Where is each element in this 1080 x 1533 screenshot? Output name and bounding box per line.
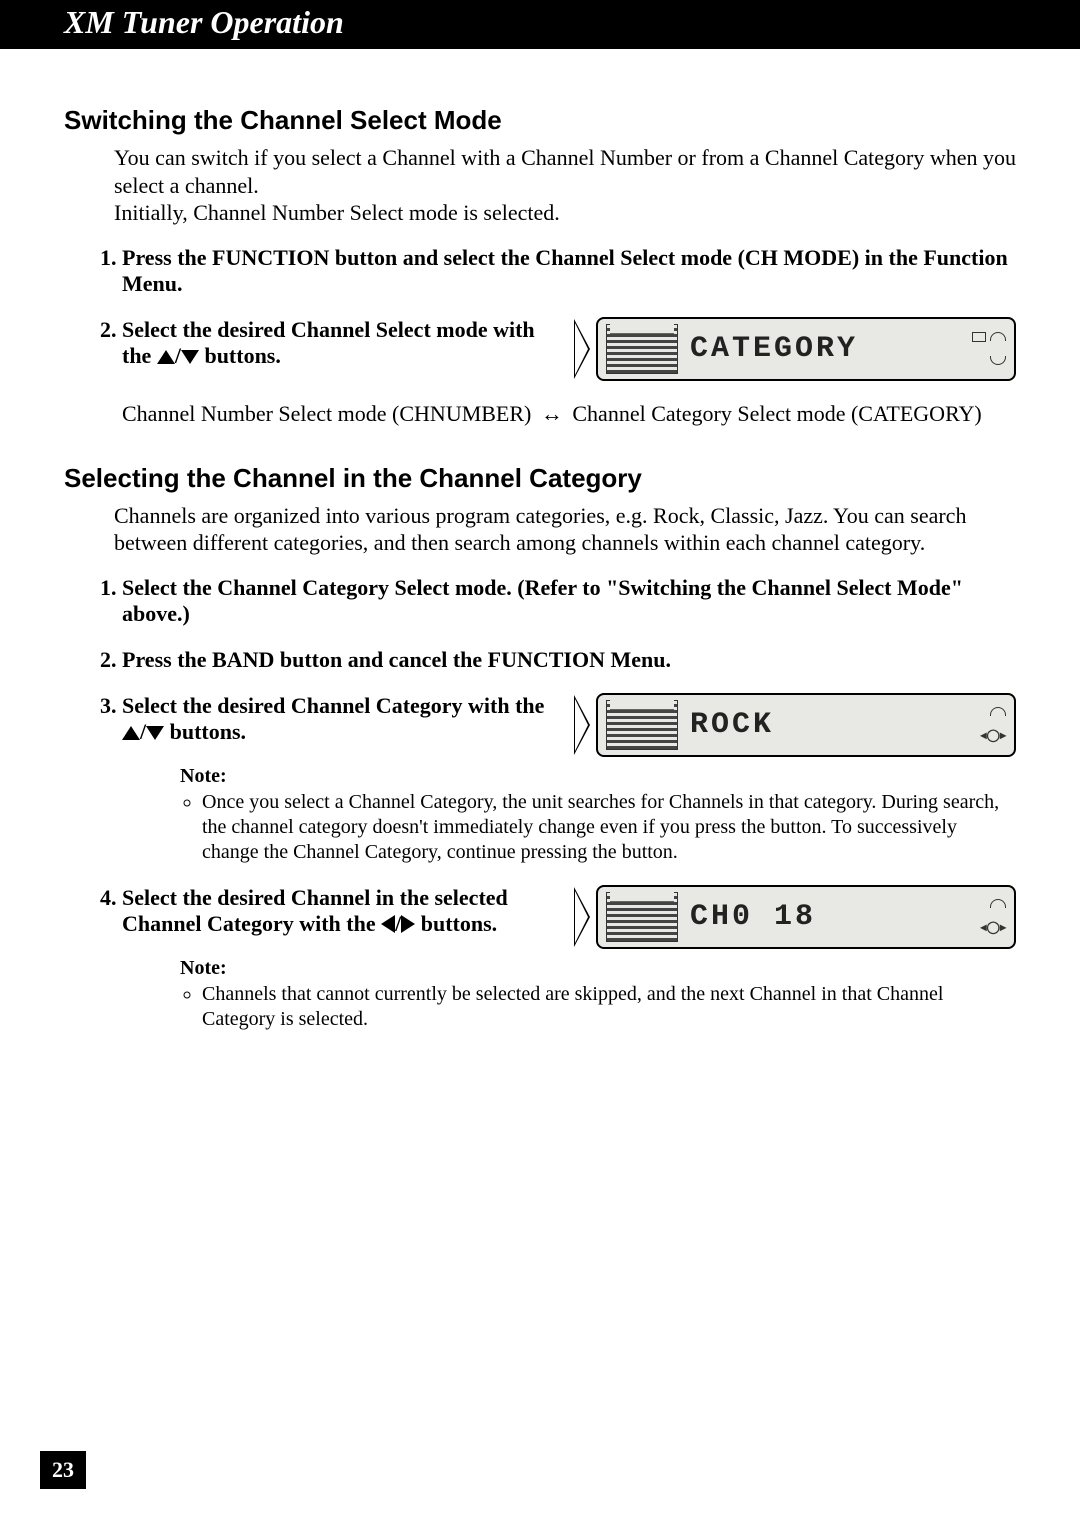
- lcd-text: CATEGORY: [690, 332, 946, 366]
- section1-intro: You can switch if you select a Channel w…: [114, 144, 1016, 227]
- section2-step4: Select the desired Channel in the select…: [122, 885, 1016, 1032]
- page-content: Switching the Channel Select Mode You ca…: [0, 49, 1080, 1092]
- right-triangle-icon: [401, 915, 415, 933]
- lcd-text: CH0 18: [690, 900, 946, 934]
- lcd-display-ch018: CH0 18 ◂◯▸: [574, 885, 1016, 949]
- down-triangle-icon: [146, 726, 164, 740]
- pointer-icon: [574, 319, 590, 379]
- section-heading-switch-mode: Switching the Channel Select Mode: [64, 105, 1016, 136]
- down-triangle-icon: [181, 350, 199, 364]
- note-block-2: Note: Channels that cannot currently be …: [180, 957, 1016, 1032]
- up-triangle-icon: [157, 350, 175, 364]
- page-number: 23: [40, 1451, 86, 1489]
- note1-item: Once you select a Channel Category, the …: [202, 790, 1016, 865]
- double-arrow-icon: ↔: [537, 401, 567, 427]
- section2-steps: Select the Channel Category Select mode.…: [94, 575, 1016, 1032]
- lcd-display-category: CATEGORY: [574, 317, 1016, 381]
- section2-step2: Press the BAND button and cancel the FUN…: [122, 647, 1016, 673]
- chapter-header: XM Tuner Operation: [0, 0, 1080, 49]
- section-heading-select-channel: Selecting the Channel in the Channel Cat…: [64, 463, 1016, 494]
- lcd-text: ROCK: [690, 708, 946, 742]
- section1-steps: Press the FUNCTION button and select the…: [94, 245, 1016, 381]
- left-triangle-icon: [381, 915, 395, 933]
- section1-step1: Press the FUNCTION button and select the…: [122, 245, 1016, 297]
- section2-step3: Select the desired Channel Category with…: [122, 693, 1016, 865]
- pointer-icon: [574, 887, 590, 947]
- pointer-icon: [574, 695, 590, 755]
- mode-toggle-line: Channel Number Select mode (CHNUMBER) ↔ …: [122, 401, 1016, 427]
- up-triangle-icon: [122, 726, 140, 740]
- section2-intro: Channels are organized into various prog…: [114, 502, 1016, 557]
- lcd-spectrum-icon: [606, 700, 678, 750]
- note2-item: Channels that cannot currently be select…: [202, 982, 1016, 1032]
- note-block-1: Note: Once you select a Channel Category…: [180, 765, 1016, 865]
- lcd-spectrum-icon: [606, 892, 678, 942]
- lcd-display-rock: ROCK ◂◯▸: [574, 693, 1016, 757]
- section1-step2: Select the desired Channel Select mode w…: [122, 317, 1016, 381]
- lcd-spectrum-icon: [606, 324, 678, 374]
- chapter-title: XM Tuner Operation: [64, 4, 344, 40]
- section2-step1: Select the Channel Category Select mode.…: [122, 575, 1016, 627]
